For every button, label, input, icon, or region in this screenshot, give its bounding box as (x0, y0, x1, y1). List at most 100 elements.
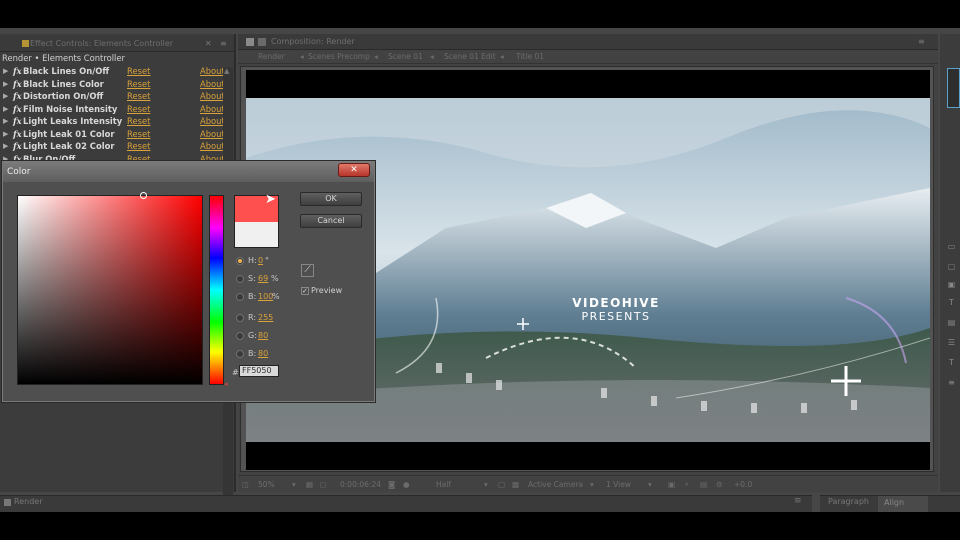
about-link[interactable]: About (200, 128, 225, 141)
twirl-arrow-icon[interactable]: ▶ (3, 78, 8, 91)
color-field[interactable] (17, 192, 203, 385)
composition-tab[interactable]: Composition: Render ≡ (238, 34, 938, 50)
cancel-button[interactable]: Cancel (300, 214, 362, 228)
eyedropper-icon[interactable]: ⟋ (301, 264, 314, 277)
twirl-arrow-icon[interactable]: ▶ (3, 103, 8, 116)
reset-link[interactable]: Reset (127, 103, 150, 116)
panel-menu-icon[interactable]: ≡ (918, 34, 925, 50)
effect-row[interactable]: ▶ fx Light Leak 02 Color Reset About (0, 140, 232, 153)
timeline-icon[interactable]: ▤ (700, 479, 707, 491)
breadcrumb-scene-01[interactable]: Scene 01 (388, 50, 423, 64)
camera-dropdown[interactable]: Active Camera (528, 479, 583, 491)
twirl-arrow-icon[interactable]: ▶ (3, 65, 8, 78)
fx-icon: fx (13, 103, 22, 114)
text-tool-icon[interactable]: ▭ (945, 242, 958, 254)
timeline-tab-render[interactable]: Render (14, 497, 42, 506)
reset-link[interactable]: Reset (127, 90, 150, 103)
breadcrumb-title-01[interactable]: Title 01 (516, 50, 544, 64)
type-tool-icon[interactable]: T (945, 298, 958, 310)
effect-row[interactable]: ▶ fx Black Lines On/Off Reset About (0, 65, 232, 78)
effect-row[interactable]: ▶ fx Film Noise Intensity Reset About (0, 103, 232, 116)
brightness-radio[interactable] (236, 293, 244, 301)
camera-icon[interactable]: ◙ (388, 479, 395, 491)
effect-row[interactable]: ▶ fx Distortion On/Off Reset About (0, 90, 232, 103)
saturation-radio[interactable] (236, 275, 244, 283)
twirl-arrow-icon[interactable]: ▶ (3, 140, 8, 153)
preview-checkbox[interactable]: ✓ (301, 287, 309, 295)
hue-value[interactable]: 0 (258, 256, 263, 265)
view-layout-dropdown[interactable]: 1 View (606, 479, 631, 491)
hue-slider-handle-icon[interactable]: ◂ (224, 380, 228, 388)
twirl-arrow-icon[interactable]: ▶ (3, 128, 8, 141)
breadcrumb-scene-01-edit[interactable]: Scene 01 Edit (444, 50, 496, 64)
comp-breadcrumbs: Render ◂ Scenes Precomp ◂ Scene 01 ◂ Sce… (238, 50, 938, 64)
exposure-value[interactable]: +0.0 (734, 479, 752, 491)
scroll-up-icon[interactable]: ▲ (224, 67, 229, 75)
hue-slider[interactable] (209, 195, 224, 385)
green-radio[interactable] (236, 332, 244, 340)
reset-link[interactable]: Reset (127, 78, 150, 91)
dialog-titlebar[interactable]: Color ✕ (3, 162, 374, 182)
layer-icon[interactable]: ▢ (945, 262, 958, 274)
brightness-value[interactable]: 100 (258, 292, 273, 301)
grid-icon[interactable]: ▦ (306, 479, 313, 491)
reset-link[interactable]: Reset (127, 65, 150, 78)
about-link[interactable]: About (200, 78, 225, 91)
align-icon[interactable]: ▤ (945, 318, 958, 330)
twirl-arrow-icon[interactable]: ▶ (3, 115, 8, 128)
flowchart-icon[interactable]: ⚙ (716, 479, 723, 491)
color-channel-icon[interactable]: ● (403, 479, 410, 491)
magnify-icon[interactable]: ◫ (242, 479, 249, 491)
about-link[interactable]: About (200, 90, 225, 103)
about-link[interactable]: About (200, 115, 225, 128)
comp-icon (22, 40, 29, 47)
list-icon[interactable]: ☰ (945, 338, 958, 350)
reset-link[interactable]: Reset (127, 140, 150, 153)
type-tool-icon[interactable]: T (945, 358, 958, 370)
color-field-cursor[interactable] (140, 192, 147, 199)
comp-icon (4, 499, 11, 506)
breadcrumb-separator-icon: ◂ (374, 52, 378, 61)
about-link[interactable]: About (200, 140, 225, 153)
reset-link[interactable]: Reset (127, 115, 150, 128)
pixel-aspect-icon[interactable]: ▣ (668, 479, 675, 491)
breadcrumb-render[interactable]: Render (258, 50, 285, 64)
effect-row[interactable]: ▶ fx Light Leak 01 Color Reset About (0, 128, 232, 141)
transparency-grid-icon[interactable]: ▩ (512, 479, 519, 491)
tab-align[interactable]: Align (878, 496, 928, 512)
twirl-arrow-icon[interactable]: ▶ (3, 90, 8, 103)
fast-preview-icon[interactable]: ⚡ (684, 479, 689, 491)
panel-menu-icon[interactable]: ≡ (220, 36, 227, 52)
zoom-dropdown[interactable]: 50% (258, 479, 275, 491)
fx-icon: fx (13, 116, 22, 126)
resolution-dropdown[interactable]: Half (436, 479, 451, 491)
camera-tool-icon[interactable]: ▣ (945, 280, 958, 292)
timecode-display[interactable]: 0:00:06:24 (340, 479, 381, 491)
region-icon[interactable]: ▢ (498, 479, 505, 491)
green-value[interactable]: 80 (258, 331, 268, 340)
red-value[interactable]: 255 (258, 313, 273, 322)
hex-input[interactable]: FF5050 (239, 365, 279, 377)
tab-paragraph[interactable]: Paragraph (828, 497, 869, 506)
hue-radio[interactable] (236, 257, 244, 265)
lock-icon[interactable] (246, 38, 254, 46)
effect-controls-tab[interactable]: Effect Controls: Elements Controller ✕ ≡ (0, 36, 234, 52)
menu-icon[interactable]: ≡ (945, 378, 958, 390)
mask-icon[interactable]: ◻ (320, 479, 326, 491)
saturation-value[interactable]: 69 (258, 274, 268, 283)
effect-row[interactable]: ▶ fx Black Lines Color Reset About (0, 78, 232, 91)
about-link[interactable]: About (200, 103, 225, 116)
panel-menu-icon[interactable]: ≡ (794, 496, 802, 506)
breadcrumb-scenes-precomp[interactable]: Scenes Precomp (308, 50, 370, 64)
about-link[interactable]: About (200, 65, 225, 78)
reset-link[interactable]: Reset (127, 128, 150, 141)
close-button[interactable]: ✕ (338, 163, 370, 177)
effect-row[interactable]: ▶ fx Light Leaks Intensity Reset About (0, 115, 232, 128)
blue-value[interactable]: 80 (258, 349, 268, 358)
red-radio[interactable] (236, 314, 244, 322)
effect-name: Black Lines On/Off (23, 66, 110, 76)
original-color-swatch[interactable] (235, 222, 278, 247)
blue-radio[interactable] (236, 350, 244, 358)
ok-button[interactable]: OK (300, 192, 362, 206)
panel-close-icon[interactable]: ✕ (205, 36, 212, 52)
